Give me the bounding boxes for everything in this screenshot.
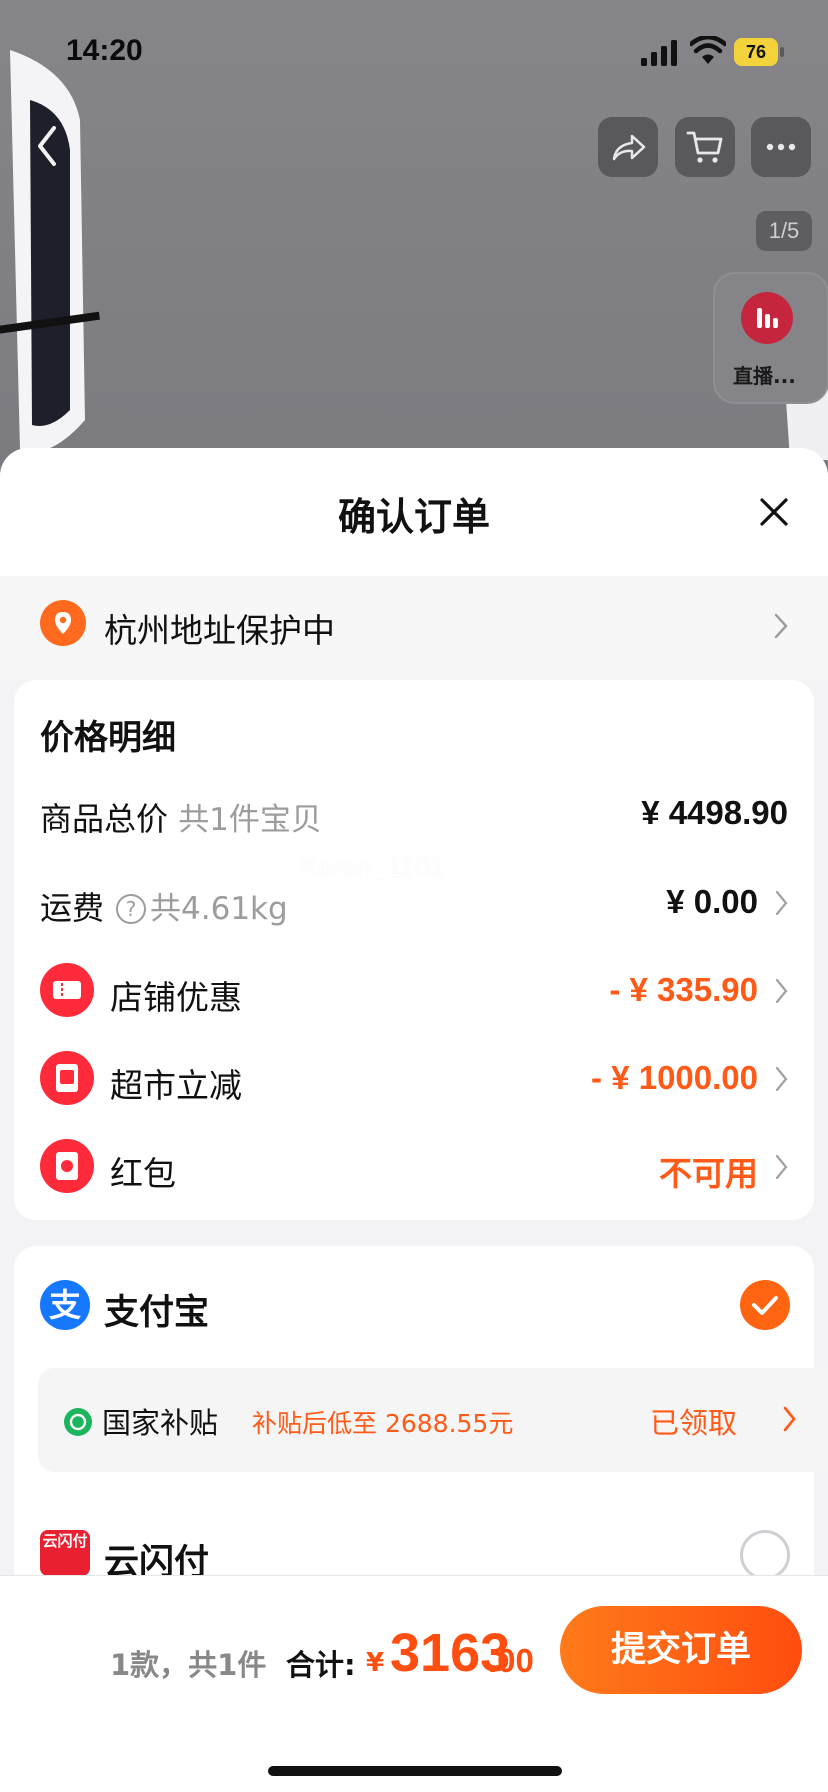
wifi-icon xyxy=(690,36,726,64)
goods-total-value: ¥ 4498.90 xyxy=(641,794,788,831)
chevron-right-icon xyxy=(775,1066,788,1092)
unselected-radio-icon[interactable] xyxy=(740,1530,790,1580)
more-icon xyxy=(766,143,796,151)
product-image xyxy=(0,50,100,452)
goods-count: 共1件宝贝 xyxy=(178,802,322,838)
shop-discount-value: - ¥ 335.90 xyxy=(609,971,758,1008)
red-packet-label: 红包 xyxy=(110,1154,176,1193)
sheet-header: 确认订单 xyxy=(0,448,828,576)
cellular-signal-icon xyxy=(641,40,677,66)
live-label: 直播... xyxy=(733,364,796,388)
shipping-label: 运费? 共4.61kg xyxy=(40,883,288,929)
status-bar: 14:20 76 xyxy=(0,0,828,100)
market-discount-row[interactable]: 超市立减 - ¥ 1000.00 xyxy=(14,1049,814,1109)
red-packet-icon xyxy=(40,1139,94,1193)
home-indicator[interactable] xyxy=(268,1766,562,1776)
chevron-right-icon xyxy=(775,978,788,1004)
goods-total-label: 商品总价 共1件宝贝 xyxy=(40,794,322,840)
cart-button[interactable] xyxy=(675,117,735,177)
live-stream-entry[interactable]: 直播... xyxy=(713,272,828,404)
subsidy-state: 已领取 xyxy=(650,1406,738,1440)
chevron-right-icon xyxy=(775,890,788,916)
live-icon xyxy=(741,292,793,344)
total-cents: .00 xyxy=(488,1642,534,1679)
battery-level: 76 xyxy=(734,38,778,66)
shop-discount-row[interactable]: 店铺优惠 - ¥ 335.90 xyxy=(14,961,814,1021)
subsidy-description: 补贴后低至 2688.55元 xyxy=(252,1409,514,1438)
chevron-right-icon xyxy=(783,1406,796,1432)
share-icon xyxy=(612,134,646,161)
alipay-option[interactable]: 支 支付宝 xyxy=(14,1280,814,1340)
chevron-right-icon xyxy=(774,613,788,639)
checkout-bar: 1款，共1件 合计: ¥ 3163 .00 提交订单 xyxy=(0,1576,828,1792)
subsidy-icon xyxy=(64,1408,92,1436)
alipay-label: 支付宝 xyxy=(104,1293,210,1333)
status-time: 14:20 xyxy=(66,34,143,67)
chevron-right-icon xyxy=(775,1154,788,1180)
red-packet-row[interactable]: 红包 不可用 xyxy=(14,1137,814,1197)
more-button[interactable] xyxy=(751,117,811,177)
market-discount-label: 超市立减 xyxy=(110,1066,242,1105)
currency-symbol: ¥ xyxy=(366,1648,385,1678)
red-packet-value: 不可用 xyxy=(659,1155,758,1192)
price-detail-title: 价格明细 xyxy=(40,718,176,758)
alipay-icon: 支 xyxy=(40,1280,90,1330)
goods-total-label-text: 商品总价 xyxy=(40,800,169,838)
shipping-label-text: 运费 xyxy=(40,889,105,927)
battery-icon: 76 xyxy=(734,38,784,66)
close-icon[interactable] xyxy=(756,494,792,530)
shipping-value: ¥ 0.00 xyxy=(666,883,758,920)
unionpay-icon: 云闪付 xyxy=(40,1530,90,1576)
location-pin-icon xyxy=(40,600,86,646)
goods-total-row: 商品总价 共1件宝贝 ¥ 4498.90 xyxy=(14,784,814,844)
sheet-title: 确认订单 xyxy=(337,495,490,539)
watermark: Koren_1101 xyxy=(300,852,446,882)
submit-order-button[interactable]: 提交订单 xyxy=(560,1606,802,1694)
share-button[interactable] xyxy=(598,117,658,177)
national-subsidy-box[interactable]: 国家补贴 补贴后低至 2688.55元 已领取 xyxy=(38,1368,828,1472)
total-label: 合计: xyxy=(286,1648,356,1682)
subsidy-name: 国家补贴 xyxy=(102,1406,219,1440)
price-detail-card: 价格明细 商品总价 共1件宝贝 ¥ 4498.90 运费? 共4.61kg ¥ 0… xyxy=(14,680,814,1220)
help-icon[interactable]: ? xyxy=(116,894,147,924)
market-discount-value: - ¥ 1000.00 xyxy=(591,1059,758,1096)
shop-discount-label: 店铺优惠 xyxy=(110,978,242,1017)
address-text: 杭州地址保护中 xyxy=(104,611,335,650)
discount-tag-icon xyxy=(40,1051,94,1105)
back-button[interactable] xyxy=(26,118,70,174)
address-row[interactable]: 杭州地址保护中 xyxy=(0,576,828,680)
shipping-weight: 共4.61kg xyxy=(150,891,288,927)
selected-check-icon[interactable] xyxy=(740,1280,790,1330)
cart-icon xyxy=(686,131,723,163)
item-count: 1款，共1件 xyxy=(110,1648,267,1682)
battery-tip xyxy=(780,47,784,57)
image-counter: 1/5 xyxy=(756,211,812,251)
coupon-icon xyxy=(40,963,94,1017)
